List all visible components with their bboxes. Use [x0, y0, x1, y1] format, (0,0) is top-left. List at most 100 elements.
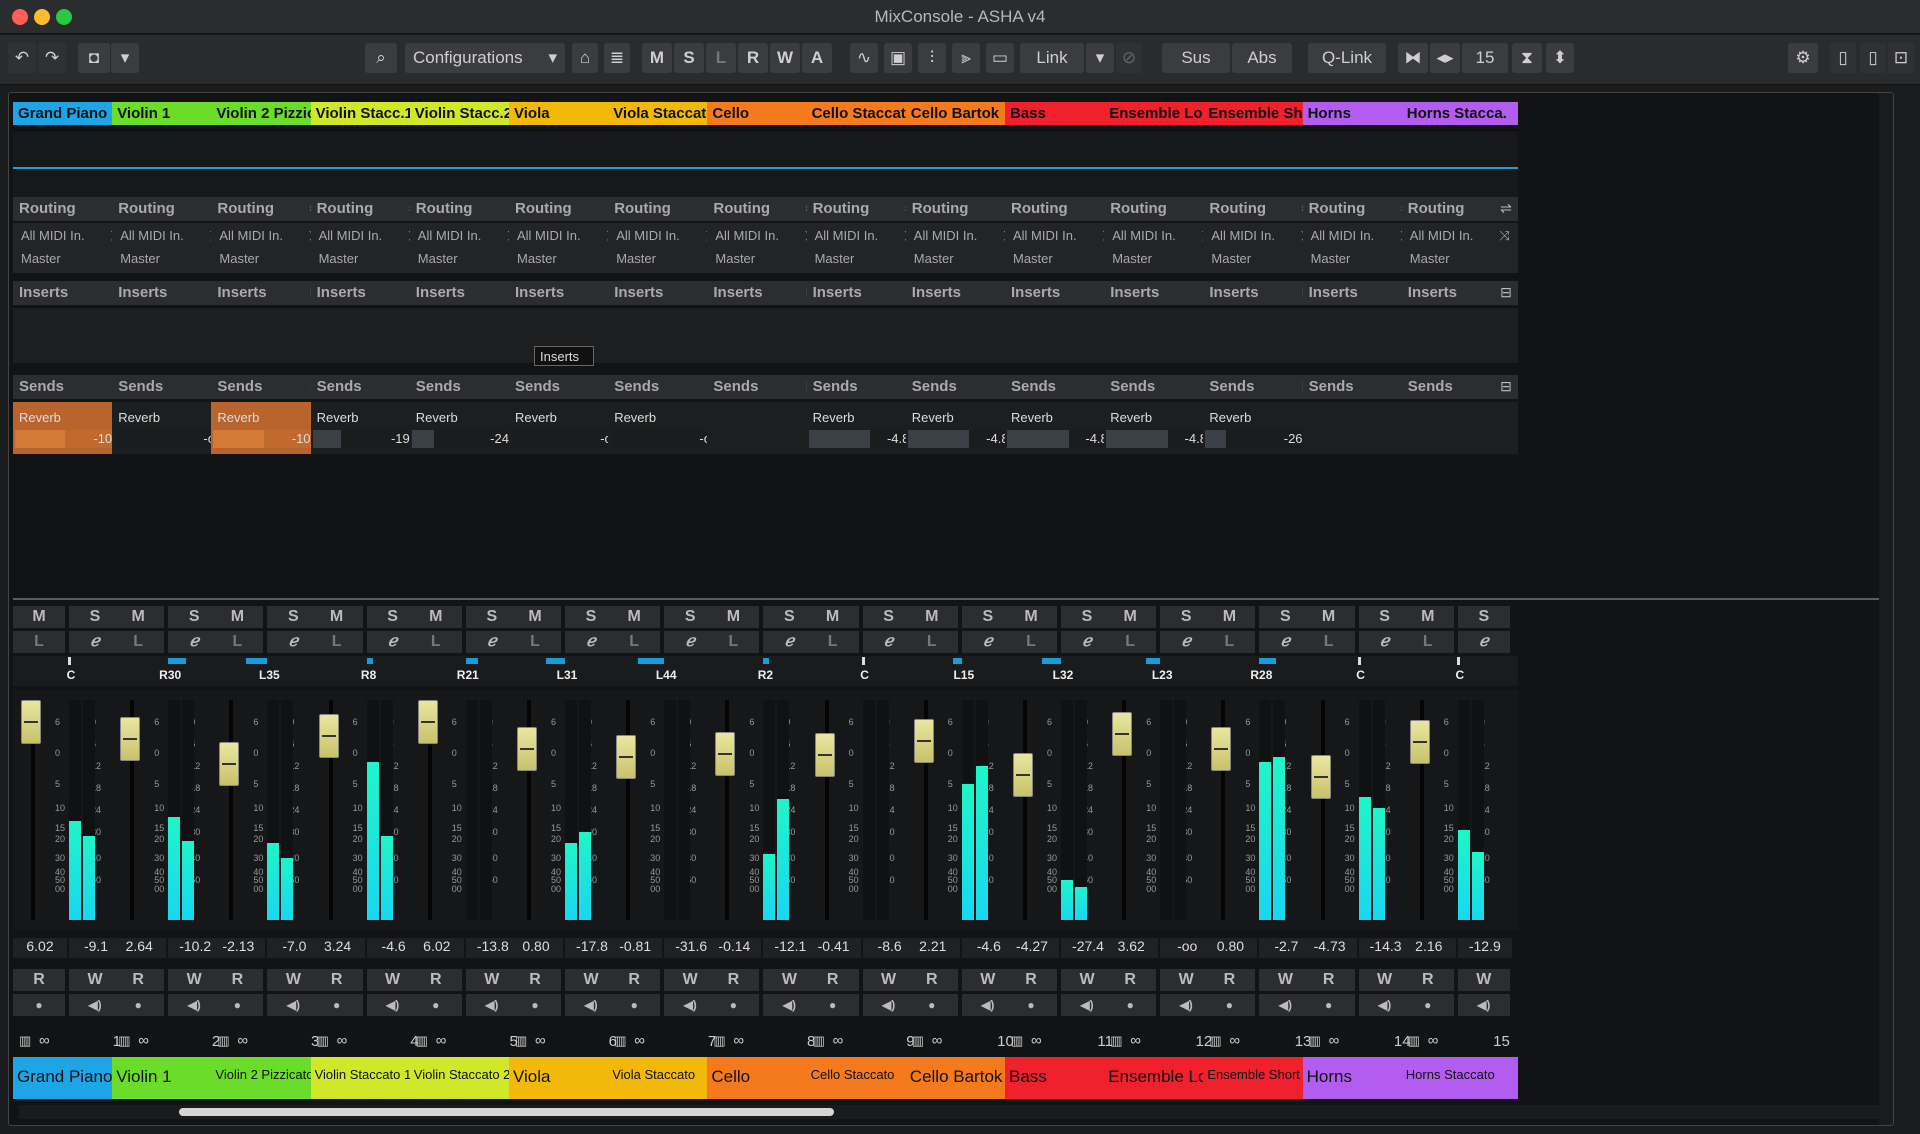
- output-routing[interactable]: Master: [219, 251, 259, 266]
- send-slot[interactable]: [1401, 402, 1518, 454]
- read-automation-button[interactable]: R: [806, 969, 859, 991]
- piano-icon[interactable]: ▥: [118, 1033, 130, 1049]
- listen-button[interactable]: L: [1401, 631, 1454, 653]
- mute-button[interactable]: M: [509, 606, 561, 628]
- suspend-button[interactable]: Sus: [1162, 43, 1230, 73]
- record-enable-button[interactable]: ●: [1401, 994, 1454, 1016]
- output-routing[interactable]: Master: [1311, 251, 1351, 266]
- output-routing[interactable]: Master: [1112, 251, 1152, 266]
- waveform-icon[interactable]: ∿: [850, 43, 878, 73]
- link-icon[interactable]: ∞: [733, 1032, 744, 1049]
- read-automation-button[interactable]: R: [13, 969, 65, 991]
- midi-input[interactable]: All MIDI In.: [1013, 228, 1077, 243]
- record-enable-button[interactable]: ●: [1104, 994, 1157, 1016]
- volume-fader-knob[interactable]: [417, 699, 438, 744]
- piano-icon[interactable]: ▥: [614, 1033, 626, 1049]
- solo-button[interactable]: S: [1457, 606, 1510, 628]
- mute-button[interactable]: M: [806, 606, 859, 628]
- mute-button[interactable]: M: [608, 606, 661, 628]
- piano-icon[interactable]: ▥: [317, 1033, 329, 1049]
- output-routing[interactable]: Master: [715, 251, 755, 266]
- home-button[interactable]: ⌂: [572, 43, 598, 73]
- volume-fader-knob[interactable]: [1409, 719, 1430, 764]
- volume-fader-knob[interactable]: [1013, 752, 1033, 797]
- read-automation-button[interactable]: R: [509, 969, 561, 991]
- listen-button[interactable]: L: [707, 631, 760, 653]
- mute-mode-button[interactable]: M: [642, 43, 672, 73]
- midi-input[interactable]: All MIDI In.: [1112, 228, 1176, 243]
- record-enable-button[interactable]: ●: [509, 994, 561, 1016]
- link-dropdown-button[interactable]: ▾: [1086, 43, 1114, 73]
- listen-button[interactable]: L: [1302, 631, 1355, 653]
- record-enable-button[interactable]: ●: [707, 994, 760, 1016]
- listen-button[interactable]: L: [409, 631, 462, 653]
- mute-button[interactable]: M: [409, 606, 462, 628]
- piano-icon[interactable]: ▥: [1209, 1033, 1221, 1049]
- link-icon[interactable]: ∞: [1428, 1032, 1439, 1049]
- piano-icon[interactable]: ▥: [1309, 1033, 1321, 1049]
- output-routing[interactable]: Master: [1013, 251, 1053, 266]
- absolute-button[interactable]: Abs: [1232, 43, 1292, 73]
- listen-button[interactable]: L: [1005, 631, 1057, 653]
- read-automation-button[interactable]: R: [608, 969, 661, 991]
- read-automation-button[interactable]: R: [310, 969, 363, 991]
- link-icon[interactable]: ∞: [932, 1032, 943, 1049]
- read-automation-button[interactable]: R: [707, 969, 760, 991]
- volume-fader-knob[interactable]: [120, 717, 141, 762]
- monitor-icon[interactable]: ▭: [986, 43, 1014, 73]
- piano-icon[interactable]: ▥: [1408, 1033, 1420, 1049]
- undo-button[interactable]: ↶: [8, 43, 36, 73]
- listen-button[interactable]: L: [509, 631, 561, 653]
- midi-input[interactable]: All MIDI In.: [815, 228, 879, 243]
- mute-button[interactable]: M: [211, 606, 264, 628]
- midi-input[interactable]: All MIDI In.: [219, 228, 283, 243]
- midi-input[interactable]: All MIDI In.: [517, 228, 581, 243]
- output-routing[interactable]: Master: [914, 251, 954, 266]
- listen-button[interactable]: L: [1104, 631, 1157, 653]
- settings-gear-icon[interactable]: ⚙: [1788, 43, 1818, 73]
- fader-value[interactable]: 0.80: [509, 938, 563, 958]
- listen-button[interactable]: L: [905, 631, 958, 653]
- link-icon[interactable]: ∞: [535, 1032, 546, 1049]
- fader-value[interactable]: 2.16: [1401, 938, 1456, 958]
- read-automation-button[interactable]: R: [905, 969, 958, 991]
- read-automation-button[interactable]: R: [1104, 969, 1157, 991]
- record-enable-button[interactable]: ●: [13, 994, 65, 1016]
- read-automation-button[interactable]: R: [1005, 969, 1057, 991]
- insert-icon[interactable]: ▣: [884, 43, 912, 73]
- read-automation-button[interactable]: R: [112, 969, 165, 991]
- midi-input[interactable]: All MIDI In.: [914, 228, 978, 243]
- mute-button[interactable]: M: [1005, 606, 1057, 628]
- output-routing[interactable]: Master: [517, 251, 557, 266]
- piano-icon[interactable]: ▥: [713, 1033, 725, 1049]
- fader-value[interactable]: -0.14: [707, 938, 762, 958]
- listen-button[interactable]: L: [1203, 631, 1256, 653]
- eq-icon[interactable]: ⫶: [918, 43, 946, 73]
- fader-value[interactable]: -2.13: [211, 938, 266, 958]
- record-enable-button[interactable]: ●: [806, 994, 859, 1016]
- snapshot-dropdown-button[interactable]: ▾: [111, 43, 139, 73]
- piano-icon[interactable]: ▥: [217, 1033, 229, 1049]
- output-routing[interactable]: Master: [120, 251, 160, 266]
- fader-value[interactable]: 2.64: [112, 938, 167, 958]
- read-automation-button[interactable]: R: [211, 969, 264, 991]
- volume-fader-knob[interactable]: [1211, 726, 1232, 771]
- solo-mode-button[interactable]: S: [674, 43, 704, 73]
- volume-fader-knob[interactable]: [814, 732, 835, 777]
- link-icon[interactable]: ∞: [337, 1032, 348, 1049]
- listen-button[interactable]: L: [608, 631, 661, 653]
- record-enable-button[interactable]: ●: [905, 994, 958, 1016]
- channel-name[interactable]: Horns Staccato: [1401, 1057, 1518, 1099]
- record-enable-button[interactable]: ●: [1302, 994, 1355, 1016]
- read-mode-button[interactable]: R: [738, 43, 768, 73]
- fader-value[interactable]: 3.24: [310, 938, 365, 958]
- output-routing[interactable]: Master: [418, 251, 458, 266]
- fader-value[interactable]: -4.73: [1302, 938, 1357, 958]
- piano-icon[interactable]: ▥: [416, 1033, 428, 1049]
- listen-button[interactable]: L: [310, 631, 363, 653]
- right-zone-icon[interactable]: ▯: [1860, 43, 1886, 73]
- midi-input[interactable]: All MIDI In.: [120, 228, 184, 243]
- sends-icon[interactable]: ⊟: [1500, 378, 1512, 395]
- channel-strip-icon[interactable]: ⫸: [952, 43, 980, 73]
- link-icon[interactable]: ∞: [1031, 1032, 1042, 1049]
